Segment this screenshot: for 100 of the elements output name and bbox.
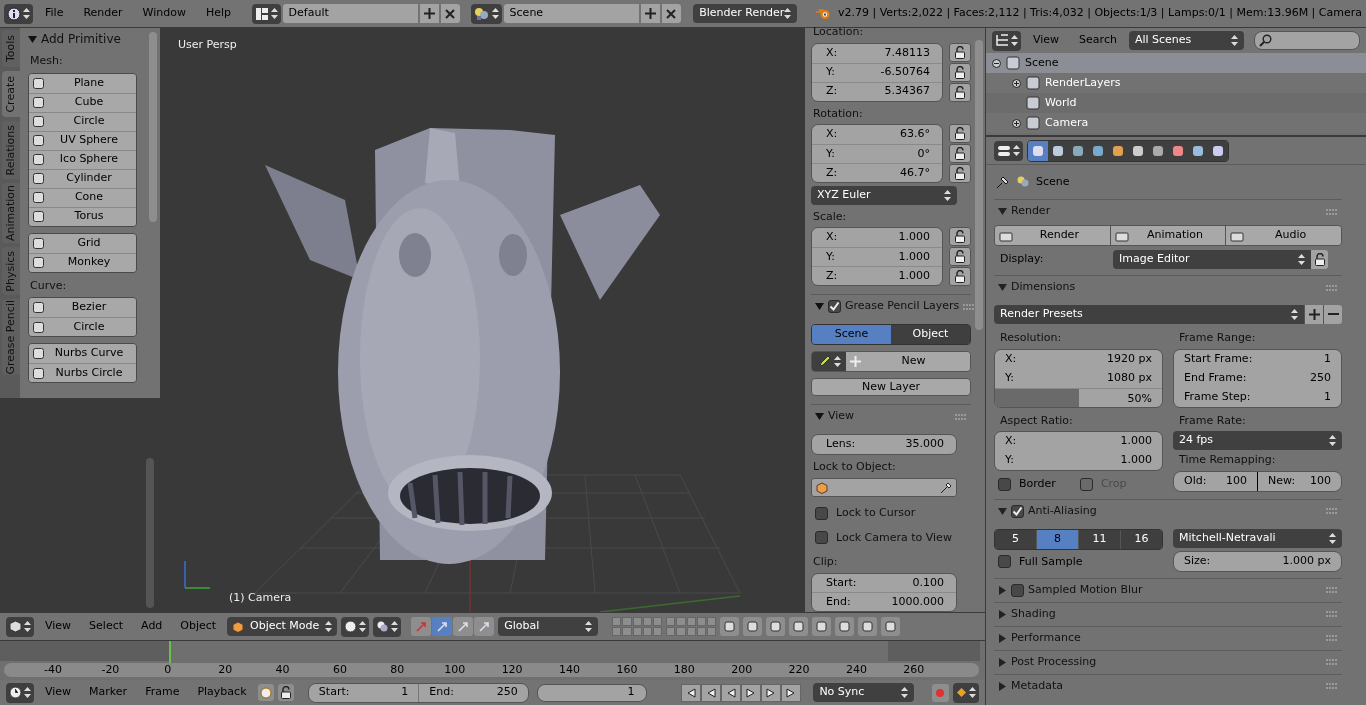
menu-item[interactable]: Help	[197, 5, 240, 22]
checkbox-label[interactable]: Lock to Cursor	[836, 505, 916, 522]
number-field[interactable]: X: 1.000	[995, 432, 1162, 451]
properties-tab-bar[interactable]	[1027, 139, 1229, 162]
properties-tab[interactable]	[1048, 140, 1068, 161]
properties-tab[interactable]	[1028, 140, 1048, 161]
number-field[interactable]: Start: 0.100	[812, 573, 956, 593]
render-action-button[interactable]: Animation	[1109, 226, 1226, 245]
pin-icon[interactable]	[996, 175, 1010, 189]
toolbar-button[interactable]	[743, 617, 763, 636]
lock-button[interactable]	[949, 144, 971, 163]
shading-selector[interactable]	[341, 616, 370, 637]
lock-button[interactable]	[949, 42, 971, 62]
number-field[interactable]: X: 1.000	[812, 228, 942, 248]
lock-button[interactable]	[949, 267, 971, 287]
panel-title[interactable]: Dimensions	[1011, 279, 1322, 296]
menu-item[interactable]: Window	[134, 5, 194, 22]
toolbar-button[interactable]	[766, 617, 786, 636]
grip-icon[interactable]	[1326, 208, 1338, 215]
playback-button[interactable]	[761, 683, 782, 702]
lock-button[interactable]	[949, 124, 971, 143]
add-button[interactable]	[1304, 305, 1323, 324]
eyedropper-icon[interactable]	[940, 481, 952, 494]
checkbox-label[interactable]: Full Sample	[1019, 553, 1083, 570]
current-frame-field[interactable]: 1	[536, 683, 648, 702]
grip-icon[interactable]	[1326, 683, 1338, 689]
number-field[interactable]: X: 7.48113	[812, 43, 942, 63]
menu-item[interactable]: Frame	[138, 684, 187, 701]
manipulator-button[interactable]	[453, 617, 474, 636]
mode-dropdown[interactable]: Object Mode	[227, 617, 338, 636]
sample-option[interactable]: 16	[1120, 529, 1162, 549]
disclosure-triangle-icon[interactable]	[998, 585, 1007, 595]
display-dropdown[interactable]: Image Editor	[1113, 250, 1311, 269]
grip-icon[interactable]	[1326, 635, 1338, 641]
grip-icon[interactable]	[1326, 587, 1338, 593]
playhead-line[interactable]	[168, 641, 171, 663]
pivot-selector[interactable]	[373, 616, 402, 637]
playback-button[interactable]	[781, 683, 802, 702]
manipulator-button[interactable]	[432, 617, 453, 636]
number-field[interactable]: Y: 0°	[812, 144, 942, 163]
menu-item[interactable]: Select	[82, 618, 131, 635]
menu-item[interactable]: Render	[75, 5, 131, 22]
lock-button[interactable]	[949, 82, 971, 102]
checkbox-label[interactable]: Border	[1019, 476, 1056, 493]
close-button[interactable]	[440, 4, 460, 23]
checkbox[interactable]	[828, 300, 841, 314]
lock-button[interactable]	[949, 227, 971, 247]
scene-name-field[interactable]: Scene	[503, 4, 639, 23]
sample-option[interactable]: 5	[995, 529, 1036, 549]
number-field[interactable]: X: 63.6°	[812, 125, 942, 144]
tree-item[interactable]: Scene	[986, 53, 1366, 73]
auto-keying-button[interactable]	[257, 684, 274, 701]
manipulator-button[interactable]	[474, 617, 495, 636]
disclosure-triangle-icon[interactable]	[998, 207, 1007, 216]
display-mode-dropdown[interactable]: All Scenes	[1128, 31, 1244, 50]
grip-icon[interactable]	[963, 303, 976, 310]
panel-title[interactable]: Post Processing	[1011, 653, 1322, 671]
menu-item[interactable]: Search	[1071, 32, 1125, 49]
object-field[interactable]	[811, 478, 957, 498]
grip-icon[interactable]	[1326, 508, 1338, 514]
sample-option[interactable]: 8	[1036, 529, 1078, 549]
disclosure-triangle-icon[interactable]	[998, 633, 1007, 643]
panel-title[interactable]: Shading	[1011, 605, 1322, 623]
number-field[interactable]: Y: 1.000	[812, 247, 942, 267]
add-primitive-button[interactable]: Nurbs Curve	[29, 344, 136, 363]
disclosure-triangle-icon[interactable]	[28, 34, 37, 44]
disclosure-triangle-icon[interactable]	[815, 412, 824, 422]
orientation-dropdown[interactable]: Global	[498, 617, 599, 636]
disclosure-triangle-icon[interactable]	[998, 506, 1007, 516]
add-button[interactable]	[419, 4, 439, 23]
render-action-button[interactable]: Render	[995, 226, 1110, 245]
render-presets-dropdown[interactable]: Render Presets	[994, 305, 1304, 324]
side-tab[interactable]: Create	[2, 71, 20, 117]
number-field[interactable]: Start Frame: 1	[1174, 349, 1341, 369]
scene-selector[interactable]	[470, 3, 502, 24]
menu-item[interactable]: Marker	[82, 684, 135, 701]
number-field[interactable]: Z: 1.000	[812, 266, 942, 286]
playback-button[interactable]	[701, 683, 722, 702]
checkbox[interactable]	[998, 477, 1011, 491]
grip-icon[interactable]	[1326, 659, 1338, 665]
number-field[interactable]: Y: 1.000	[995, 451, 1162, 470]
panel-title[interactable]: Anti-Aliasing	[1028, 502, 1322, 520]
playback-button[interactable]	[681, 683, 702, 702]
toolbar-button[interactable]	[881, 617, 901, 636]
layout-selector[interactable]	[251, 3, 281, 24]
rotation-mode-dropdown[interactable]: XYZ Euler	[811, 186, 957, 205]
expand-icon[interactable]	[1012, 78, 1021, 88]
panel-title[interactable]: Render	[1011, 203, 1322, 220]
checkbox[interactable]	[998, 555, 1011, 569]
frame-rate-dropdown[interactable]: 24 fps	[1173, 431, 1342, 450]
disclosure-triangle-icon[interactable]	[998, 609, 1007, 619]
toolbar-button[interactable]	[720, 617, 740, 636]
lock-range-button[interactable]	[277, 684, 294, 701]
lock-button[interactable]	[949, 247, 971, 267]
scrollbar[interactable]	[148, 32, 157, 222]
panel-title[interactable]: Metadata	[1011, 677, 1322, 695]
tree-item[interactable]: Camera	[986, 113, 1366, 133]
panel-title[interactable]: View	[828, 408, 951, 425]
panel-title[interactable]: Sampled Motion Blur	[1028, 581, 1322, 599]
add-primitive-button[interactable]: Plane	[29, 73, 136, 93]
